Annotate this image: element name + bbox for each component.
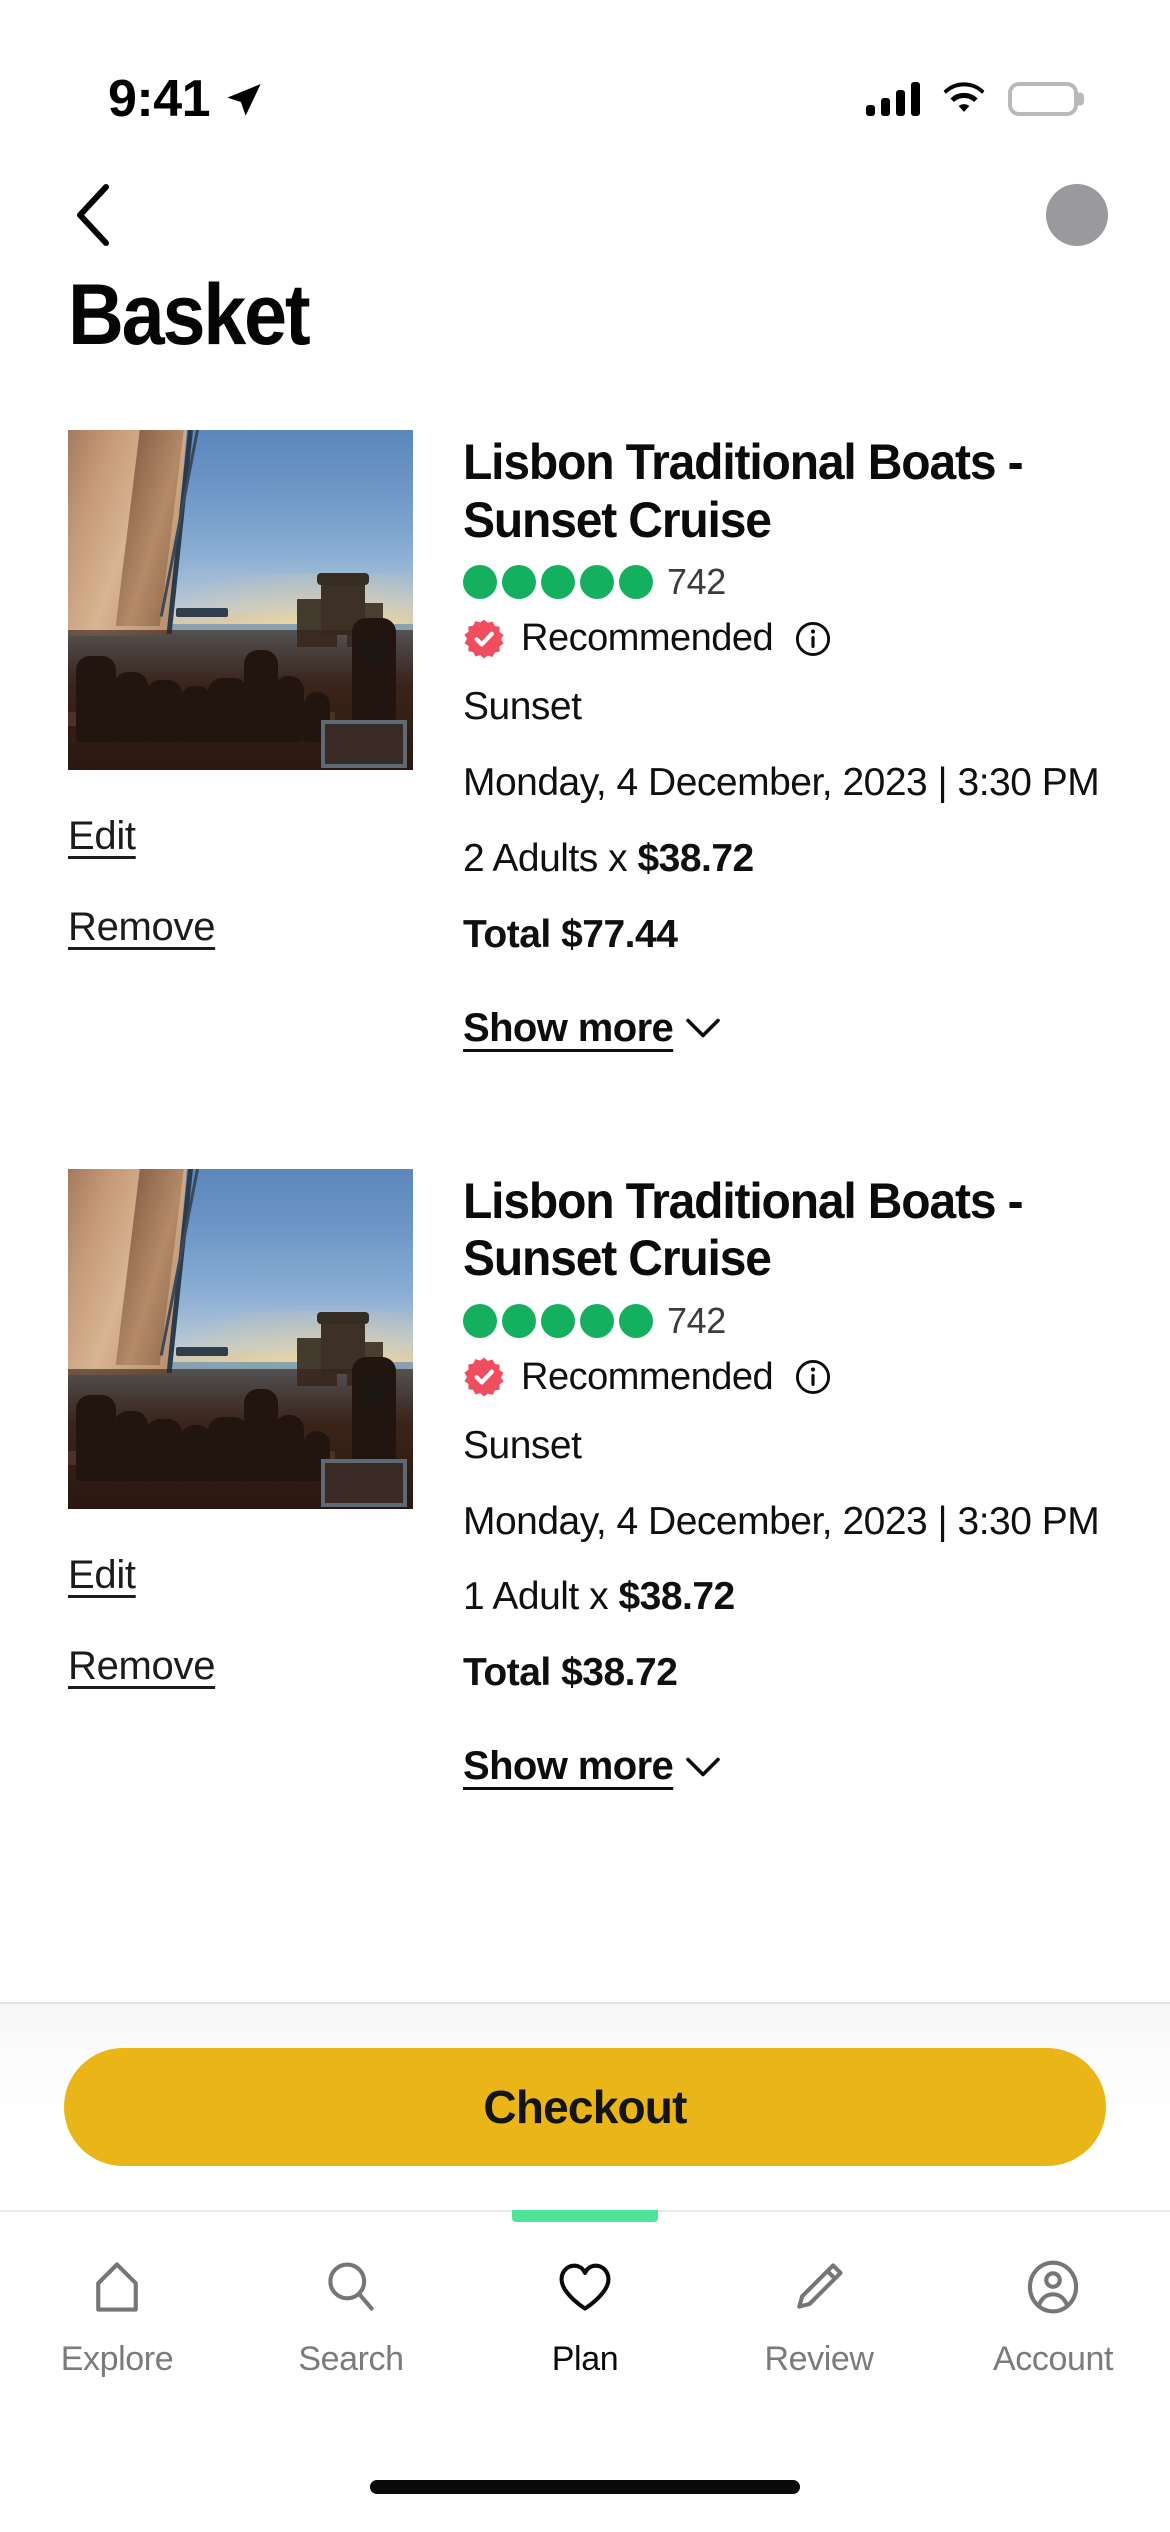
cart-item-title[interactable]: Lisbon Traditional Boats - Sunset Cruise — [463, 1173, 1082, 1288]
cart-item-image[interactable] — [68, 1168, 413, 1509]
location-arrow-icon — [227, 84, 261, 116]
unit-price: $38.72 — [637, 836, 754, 880]
checkout-button[interactable]: Checkout — [64, 2048, 1106, 2166]
recommended-row: Recommended — [463, 617, 1108, 660]
tab-plan-label: Plan — [551, 2340, 619, 2378]
account-circle-icon — [1020, 2254, 1086, 2320]
tab-bar: Explore Search Plan Review Account — [0, 2210, 1170, 2532]
show-more-label: Show more — [463, 1744, 674, 1789]
checkout-bar: Checkout — [0, 2002, 1170, 2210]
search-icon — [318, 2254, 384, 2320]
cart-item-total: Total $77.44 — [463, 912, 678, 956]
tab-search-label: Search — [298, 2340, 404, 2378]
status-bar: 9:41 — [0, 0, 1170, 150]
item-separator — [0, 1051, 1170, 1169]
status-bar-time: 9:41 — [108, 70, 211, 128]
rating-row: 742 — [463, 1300, 1108, 1342]
cart-item-total: Total $38.72 — [463, 1651, 678, 1695]
cart-item-quantity: 1 Adult x $38.72 — [463, 1572, 1108, 1622]
cellular-signal-icon — [866, 82, 920, 116]
phone-screen: 9:41 Basket Edit Remove Lisbon Tradition… — [0, 0, 1170, 2532]
remove-link[interactable]: Remove — [68, 905, 413, 950]
show-more-toggle[interactable]: Show more — [463, 1744, 721, 1789]
quantity-label: 1 Adult x — [463, 1575, 619, 1619]
cart-item-quantity: 2 Adults x $38.72 — [463, 834, 1108, 884]
rating-row: 742 — [463, 561, 1108, 603]
verified-rosette-icon — [463, 618, 505, 660]
tab-explore-label: Explore — [60, 2340, 174, 2378]
cart-item-info: Lisbon Traditional Boats - Sunset Cruise… — [463, 1169, 1108, 1790]
wifi-icon — [943, 82, 985, 112]
tab-account[interactable]: Account — [936, 2254, 1170, 2379]
battery-full-icon — [1008, 82, 1078, 116]
heart-icon — [552, 2254, 618, 2320]
edit-link[interactable]: Edit — [68, 814, 413, 859]
cart-item-info: Lisbon Traditional Boats - Sunset Cruise… — [463, 430, 1108, 1051]
edit-link[interactable]: Edit — [68, 1553, 413, 1598]
recommended-row: Recommended — [463, 1356, 1108, 1399]
tab-review[interactable]: Review — [702, 2254, 936, 2379]
cart-item-thumb-col: Edit Remove — [68, 1168, 413, 1689]
tab-plan[interactable]: Plan — [468, 2210, 702, 2379]
chevron-down-icon — [686, 1018, 720, 1038]
remove-link[interactable]: Remove — [68, 1644, 413, 1689]
quantity-label: 2 Adults x — [463, 836, 638, 880]
cart-item: Edit Remove Lisbon Traditional Boats - S… — [0, 1168, 1170, 1790]
pencil-icon — [786, 2254, 852, 2320]
chevron-down-icon — [686, 1757, 720, 1777]
review-count: 742 — [667, 1299, 726, 1341]
cart-item-datetime: Monday, 4 December, 2023 | 3:30 PM — [463, 760, 1100, 804]
cart-item-datetime: Monday, 4 December, 2023 | 3:30 PM — [463, 1499, 1100, 1543]
show-more-label: Show more — [463, 1005, 674, 1050]
tab-account-label: Account — [992, 2340, 1114, 2378]
home-indicator — [370, 2480, 800, 2494]
review-count: 742 — [667, 561, 726, 602]
cart-item-thumb-col: Edit Remove — [68, 430, 413, 950]
info-circle-icon[interactable] — [795, 621, 831, 657]
home-icon — [84, 2254, 150, 2320]
cart-item: Edit Remove Lisbon Traditional Boats - S… — [0, 430, 1170, 1051]
basket-list[interactable]: Edit Remove Lisbon Traditional Boats - S… — [0, 430, 1170, 2070]
active-tab-indicator — [512, 2210, 658, 2222]
info-circle-icon[interactable] — [795, 1359, 831, 1395]
chevron-left-icon — [77, 184, 109, 246]
cart-item-option: Sunset — [463, 1423, 582, 1467]
show-more-toggle[interactable]: Show more — [463, 1006, 721, 1051]
recommended-label: Recommended — [521, 1355, 774, 1398]
back-button[interactable] — [62, 183, 126, 247]
cart-item-title[interactable]: Lisbon Traditional Boats - Sunset Cruise — [463, 434, 1082, 549]
tab-review-label: Review — [764, 2340, 874, 2378]
cart-item-option: Sunset — [463, 685, 582, 728]
cart-item-image[interactable] — [68, 430, 413, 770]
avatar[interactable] — [1046, 184, 1108, 246]
page-title: Basket — [68, 267, 311, 363]
tab-explore[interactable]: Explore — [0, 2254, 234, 2379]
status-bar-right — [866, 82, 1078, 116]
status-bar-left: 9:41 — [108, 69, 264, 129]
rating-dots — [463, 1303, 653, 1338]
recommended-label: Recommended — [521, 617, 774, 659]
verified-rosette-icon — [463, 1356, 505, 1398]
nav-bar — [0, 160, 1170, 270]
unit-price: $38.72 — [618, 1575, 735, 1619]
rating-dots — [463, 565, 653, 599]
tab-search[interactable]: Search — [234, 2254, 468, 2379]
